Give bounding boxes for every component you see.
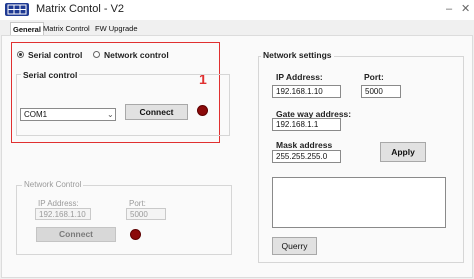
ns-port-label: Port: (364, 72, 384, 82)
ns-ip-label: IP Address: (276, 72, 323, 82)
serial-control-radio-label: Serial control (28, 50, 83, 60)
com-port-select[interactable]: COM1 ⌄ (20, 108, 116, 121)
tab-general[interactable]: General (10, 22, 44, 35)
close-button[interactable]: ✕ (461, 2, 470, 17)
serial-control-radio[interactable] (17, 51, 24, 58)
nc-port-label: Port: (129, 199, 146, 208)
nc-status-led (130, 229, 141, 240)
network-control-radio-label: Network control (104, 50, 169, 60)
window-title: Matrix Contol - V2 (36, 3, 125, 15)
serial-connect-button[interactable]: Connect (125, 104, 188, 120)
network-control-group-title: Network Control (22, 180, 84, 189)
minimize-button[interactable]: – (446, 2, 452, 17)
com-port-value: COM1 (24, 110, 48, 119)
ns-mask-label: Mask address (276, 140, 333, 150)
chevron-down-icon: ⌄ (107, 110, 114, 119)
ns-ip-field[interactable]: 192.168.1.10 (272, 85, 341, 98)
apply-button[interactable]: Apply (380, 142, 426, 162)
tab-fw-upgrade[interactable]: FW Upgrade (93, 22, 140, 35)
query-button[interactable]: Querry (272, 237, 317, 255)
tab-matrix-control[interactable]: Matrix Control (41, 22, 92, 35)
nc-ip-label: IP Address: (38, 199, 79, 208)
ns-port-field[interactable]: 5000 (361, 85, 401, 98)
nc-connect-button[interactable]: Connect (36, 227, 116, 242)
network-settings-group-title: Network settings (261, 50, 334, 60)
serial-status-led (197, 105, 208, 116)
ns-gateway-field[interactable]: 192.168.1.1 (272, 118, 341, 131)
serial-control-group-title: Serial control (21, 70, 80, 80)
ns-mask-field[interactable]: 255.255.255.0 (272, 150, 341, 163)
response-textarea[interactable] (272, 177, 446, 228)
network-control-radio[interactable] (93, 51, 100, 58)
network-control-group (16, 185, 232, 255)
serial-control-group (16, 74, 230, 136)
nc-ip-field[interactable]: 192.168.1.10 (35, 208, 91, 220)
app-grid-icon (5, 3, 29, 16)
nc-port-field[interactable]: 5000 (126, 208, 166, 220)
